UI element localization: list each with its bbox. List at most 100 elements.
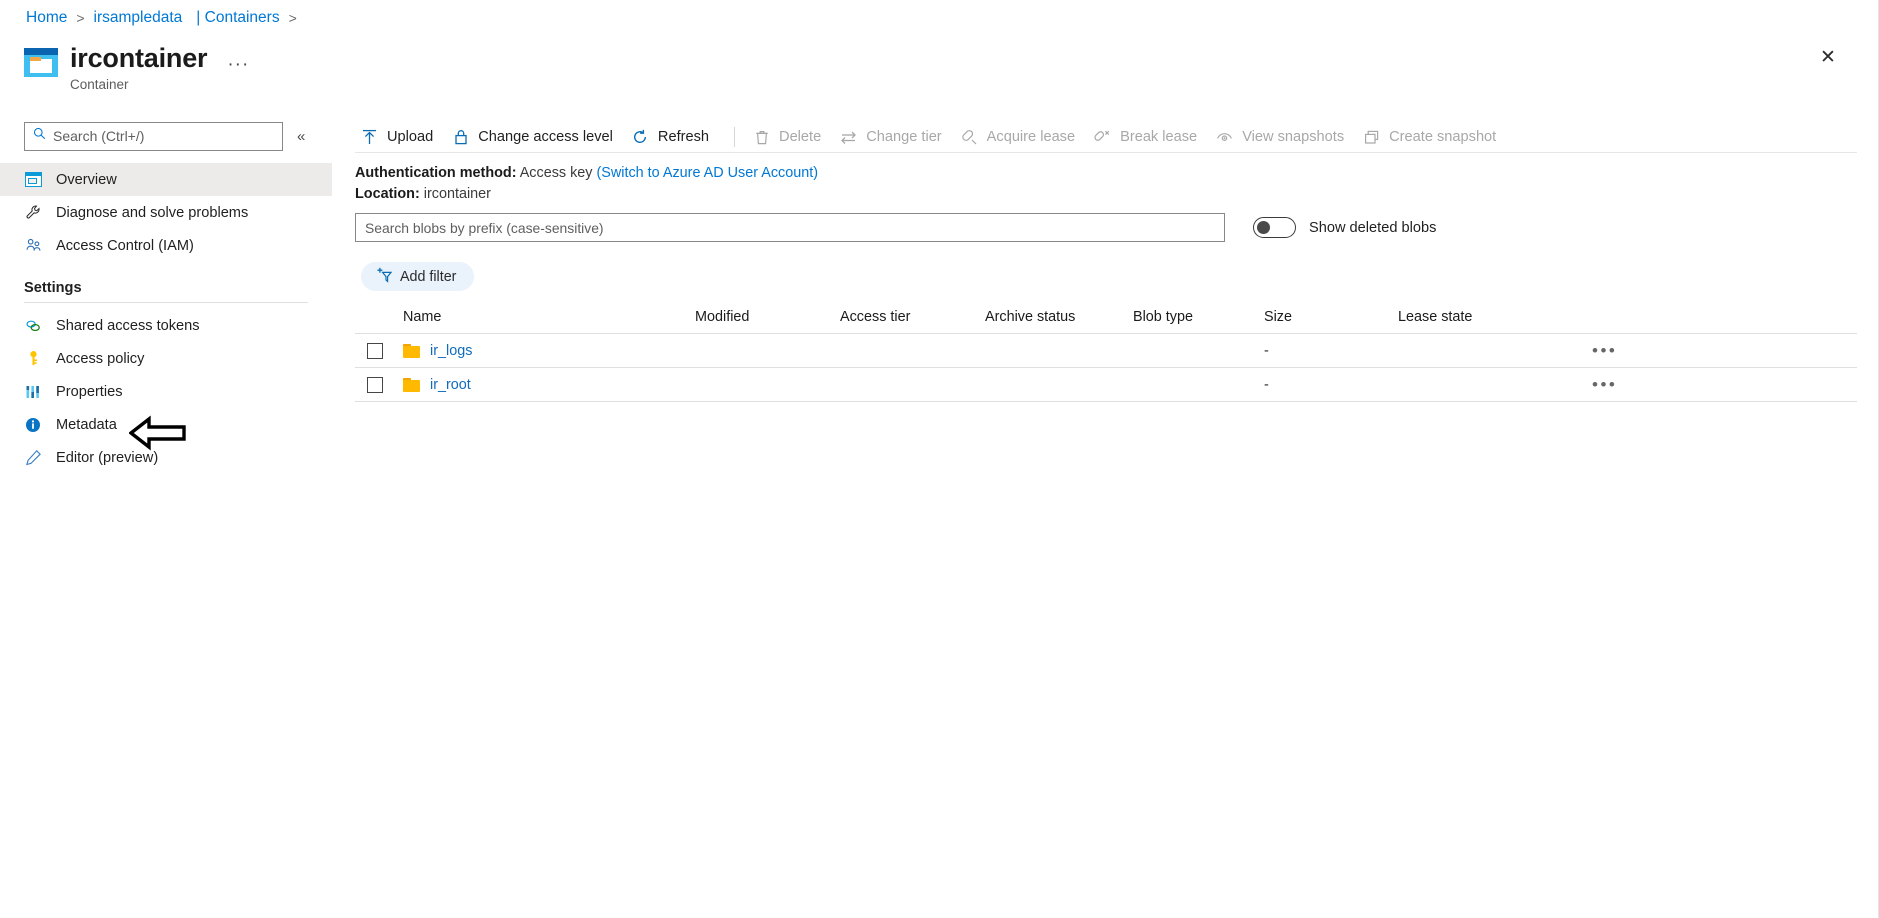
switch-auth-link[interactable]: (Switch to Azure AD User Account) — [596, 165, 818, 181]
change-access-level-button[interactable]: Change access level — [446, 121, 626, 153]
sliders-icon — [24, 383, 42, 401]
cell-size: - — [1264, 376, 1269, 393]
sidebar-item-editor[interactable]: Editor (preview) — [0, 441, 332, 474]
change-tier-label: Change tier — [866, 129, 942, 145]
column-header-modified[interactable]: Modified — [695, 309, 840, 325]
create-snapshot-button: Create snapshot — [1357, 121, 1509, 153]
auth-info: Authentication method: Access key (Switc… — [355, 163, 818, 205]
create-snapshot-label: Create snapshot — [1389, 129, 1497, 145]
search-input[interactable]: Search (Ctrl+/) — [24, 121, 283, 151]
add-filter-icon — [375, 267, 393, 287]
show-deleted-blobs-label: Show deleted blobs — [1309, 219, 1437, 236]
sidebar-item-shared-access-tokens[interactable]: Shared access tokens — [0, 309, 332, 342]
table-row[interactable]: ir_logs - ••• — [355, 334, 1857, 368]
sidebar-item-access-control[interactable]: Access Control (IAM) — [0, 229, 332, 262]
acquire-lease-label: Acquire lease — [986, 129, 1076, 145]
column-header-size[interactable]: Size — [1264, 309, 1398, 325]
sidebar-item-diagnose[interactable]: Diagnose and solve problems — [0, 196, 332, 229]
column-header-lease-state[interactable]: Lease state — [1398, 309, 1578, 325]
breadcrumb-item-containers[interactable]: | Containers — [196, 9, 279, 27]
breadcrumb-item-account[interactable]: irsampledata — [94, 9, 183, 27]
breadcrumb-separator-2: > — [288, 10, 297, 26]
upload-arrow-icon — [361, 129, 378, 146]
breadcrumb-item-home[interactable]: Home — [26, 9, 67, 27]
sidebar-item-label: Editor (preview) — [56, 449, 159, 466]
filter-row: Search blobs by prefix (case-sensitive) … — [355, 213, 1436, 242]
location-value: ircontainer — [423, 186, 491, 202]
add-filter-button[interactable]: Add filter — [361, 262, 475, 291]
show-deleted-blobs-toggle[interactable] — [1253, 217, 1296, 238]
sidebar-item-label: Diagnose and solve problems — [56, 204, 249, 221]
folder-icon — [403, 377, 420, 392]
column-header-access-tier[interactable]: Access tier — [840, 309, 985, 325]
add-filter-label: Add filter — [400, 268, 457, 285]
sidebar-nav: Overview Diagnose and solve problems Acc… — [0, 163, 332, 474]
command-toolbar: Upload Change access level Refresh Delet… — [355, 120, 1509, 154]
view-snapshots-button: View snapshots — [1210, 121, 1357, 153]
search-input-placeholder: Search (Ctrl+/) — [53, 128, 145, 144]
delete-button: Delete — [747, 121, 834, 153]
blob-name-link[interactable]: ir_logs — [430, 343, 472, 359]
breadcrumb: Home > irsampledata | Containers > — [26, 9, 306, 27]
table-row[interactable]: ir_root - ••• — [355, 368, 1857, 402]
sidebar-item-overview[interactable]: Overview — [0, 163, 332, 196]
row-checkbox[interactable] — [367, 376, 383, 393]
sidebar-item-label: Metadata — [56, 416, 117, 433]
blob-table: Name Modified Access tier Archive status… — [355, 300, 1857, 402]
blob-name-link[interactable]: ir_root — [430, 377, 471, 393]
sidebar-item-properties[interactable]: Properties — [0, 375, 332, 408]
page-title: ircontainer — [70, 43, 208, 73]
folder-icon — [403, 343, 420, 358]
sidebar-item-label: Overview — [56, 171, 117, 188]
auth-method-label: Authentication method: — [355, 165, 517, 181]
main-content: Upload Change access level Refresh Delet… — [355, 0, 1879, 918]
toggle-knob — [1257, 221, 1270, 234]
sidebar-divider — [24, 302, 308, 303]
sidebar-item-label: Access Control (IAM) — [56, 237, 194, 254]
wrench-icon — [24, 204, 42, 222]
sidebar-item-label: Shared access tokens — [56, 317, 200, 334]
change-tier-button: Change tier — [834, 121, 954, 153]
row-more-menu-icon[interactable]: ••• — [1592, 376, 1617, 393]
info-icon — [24, 416, 42, 434]
sidebar: Search (Ctrl+/) « Overview Diagnose and … — [0, 118, 332, 918]
auth-method-value: Access key — [519, 165, 593, 181]
column-header-archive-status[interactable]: Archive status — [985, 309, 1133, 325]
column-header-name[interactable]: Name — [403, 309, 695, 325]
swap-arrows-icon — [840, 129, 857, 146]
trash-icon — [753, 129, 770, 146]
sidebar-item-label: Access policy — [56, 350, 145, 367]
breadcrumb-separator: > — [76, 10, 85, 26]
page-subtitle: Container — [70, 77, 129, 92]
blob-search-placeholder: Search blobs by prefix (case-sensitive) — [365, 219, 604, 236]
upload-label: Upload — [387, 129, 434, 145]
break-lease-label: Break lease — [1120, 129, 1198, 145]
row-more-menu-icon[interactable]: ••• — [1592, 342, 1617, 359]
sidebar-item-label: Properties — [56, 383, 123, 400]
lock-icon — [452, 129, 469, 146]
location-label: Location: — [355, 186, 420, 202]
more-commands-button[interactable]: ··· — [227, 55, 249, 74]
sidebar-item-access-policy[interactable]: Access policy — [0, 342, 332, 375]
delete-label: Delete — [779, 129, 822, 145]
view-snapshots-label: View snapshots — [1242, 129, 1345, 145]
link-icon — [24, 317, 42, 335]
upload-button[interactable]: Upload — [355, 121, 446, 153]
blob-search-input[interactable]: Search blobs by prefix (case-sensitive) — [355, 213, 1225, 242]
container-icon — [24, 48, 58, 78]
change-access-level-label: Change access level — [478, 129, 613, 145]
toolbar-divider — [355, 152, 1857, 153]
refresh-icon — [632, 129, 649, 146]
collapse-sidebar-icon[interactable]: « — [297, 128, 305, 145]
plug-icon — [961, 129, 978, 146]
row-checkbox[interactable] — [367, 342, 383, 359]
key-icon — [24, 350, 42, 368]
column-header-blob-type[interactable]: Blob type — [1133, 309, 1264, 325]
toolbar-separator — [734, 127, 736, 147]
page-title-row: ircontainer Container ··· — [24, 42, 249, 92]
refresh-button[interactable]: Refresh — [626, 121, 722, 153]
refresh-label: Refresh — [657, 129, 710, 145]
sidebar-item-metadata[interactable]: Metadata — [0, 408, 332, 441]
snapshot-create-icon — [1363, 129, 1380, 146]
people-icon — [24, 237, 42, 255]
